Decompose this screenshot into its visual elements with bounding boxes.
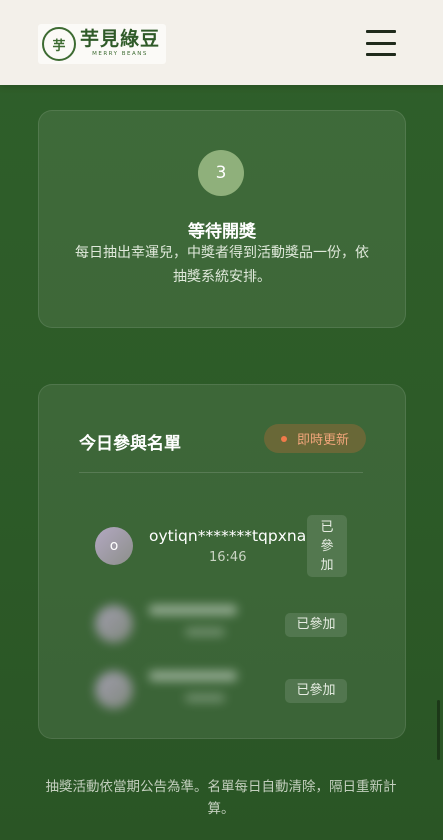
participant-name: oytiqn*******tqpxna bbox=[149, 527, 307, 545]
participant-status: 已參加 bbox=[307, 515, 347, 577]
logo-text: 芋見綠豆 MERRY BEANS bbox=[80, 30, 160, 58]
scrollbar[interactable] bbox=[437, 700, 440, 760]
brand-logo[interactable]: 芋 芋見綠豆 MERRY BEANS bbox=[38, 24, 166, 64]
menu-line bbox=[366, 41, 396, 45]
footer-note: 抽獎活動依當期公告為準。名單每日自動清除，隔日重新計算。 bbox=[45, 779, 397, 817]
hamburger-menu-icon[interactable] bbox=[366, 30, 396, 56]
avatar bbox=[95, 605, 133, 643]
participant-status: 已參加 bbox=[285, 613, 347, 637]
avatar: o bbox=[95, 527, 133, 565]
menu-line bbox=[366, 30, 396, 33]
step-card: 3 等待開獎 每日抽出幸運兒，中獎者得到活動獎品一份，依抽獎系統安排。 bbox=[38, 110, 406, 328]
status-text: 已參加 bbox=[320, 520, 334, 573]
participant-time-blurred bbox=[185, 694, 225, 702]
participants-title: 今日參與名單 bbox=[79, 434, 181, 454]
step-title: 等待開獎 bbox=[188, 222, 256, 242]
logo-tagline: MERRY BEANS bbox=[92, 51, 148, 58]
participant-name-blurred bbox=[149, 671, 237, 681]
site-header: 芋 芋見綠豆 MERRY BEANS bbox=[0, 0, 443, 85]
participant-status: 已參加 bbox=[285, 679, 347, 703]
live-update-badge: 即時更新 bbox=[264, 424, 366, 453]
live-dot-icon bbox=[280, 435, 287, 442]
avatar bbox=[95, 671, 133, 709]
participant-time: 16:46 bbox=[209, 550, 247, 565]
step-number-badge: 3 bbox=[198, 150, 244, 196]
step-description: 每日抽出幸運兒，中獎者得到活動獎品一份，依抽獎系統安排。 bbox=[75, 245, 369, 285]
participant-row: o oytiqn*******tqpxna 16:46 已參加 bbox=[95, 515, 351, 579]
divider bbox=[79, 472, 363, 473]
logo-name: 芋見綠豆 bbox=[80, 28, 161, 51]
participant-time-blurred bbox=[185, 628, 225, 636]
participant-name-blurred bbox=[149, 605, 237, 615]
participants-card: 今日參與名單 即時更新 o oytiqn*******tqpxna 16:46 … bbox=[38, 384, 406, 739]
live-update-label: 即時更新 bbox=[296, 433, 349, 448]
logo-mark-icon: 芋 bbox=[42, 27, 76, 61]
menu-line bbox=[366, 53, 396, 56]
